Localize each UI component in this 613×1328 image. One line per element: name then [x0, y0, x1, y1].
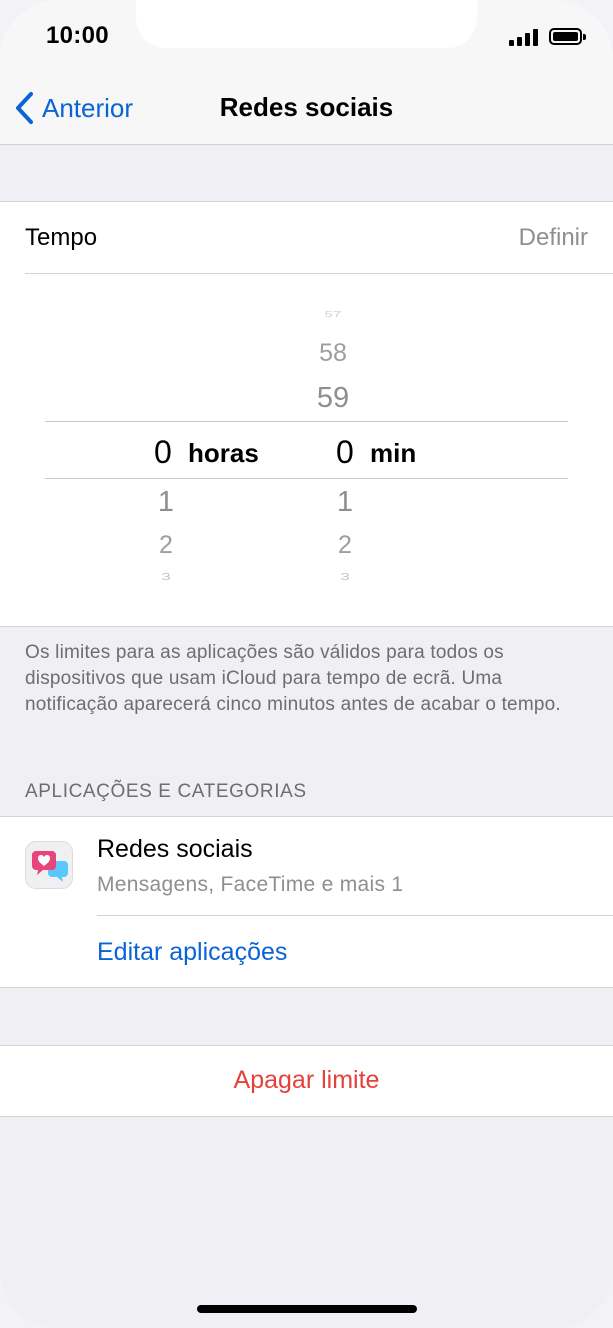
delete-limit-button[interactable]: Apagar limite — [0, 1066, 613, 1095]
picker-minute-option[interactable]: 59 — [303, 382, 363, 415]
divider — [97, 915, 613, 916]
delete-limit-card: Apagar limite — [0, 1045, 613, 1117]
battery-icon — [549, 28, 582, 45]
picker-minutes-unit: min — [370, 438, 417, 468]
picker-selection-top-line — [45, 421, 568, 422]
picker-hour-option[interactable]: 1 — [136, 486, 196, 519]
picker-hour-option[interactable]: 2 — [136, 531, 196, 560]
section-header-apps-categories: APLICAÇÕES E CATEGORIAS — [25, 781, 307, 802]
picker-hours-unit: horas — [188, 438, 259, 468]
picker-hour-option[interactable]: 3 — [136, 571, 196, 583]
cellular-signal-icon — [509, 28, 541, 46]
picker-minute-option[interactable]: 1 — [315, 486, 375, 519]
picker-minute-option[interactable]: 3 — [315, 571, 375, 583]
status-bar: 10:00 — [0, 0, 613, 72]
limit-description: Os limites para as aplicações são válido… — [25, 642, 561, 715]
tempo-label: Tempo — [25, 224, 98, 251]
phone-screen: 10:00 Anterior Redes sociais Tempo Defin… — [0, 0, 613, 1328]
page-title: Redes sociais — [219, 92, 394, 122]
social-chat-bubbles-icon — [25, 841, 73, 889]
picker-minute-option[interactable]: 58 — [303, 339, 363, 368]
home-indicator[interactable] — [197, 1305, 417, 1313]
navigation-bar: Anterior Redes sociais — [0, 72, 613, 145]
picker-minute-option[interactable]: 57 — [303, 310, 363, 319]
tempo-row[interactable]: Tempo Definir — [25, 202, 613, 274]
app-group-subtitle: Mensagens, FaceTime e mais 1 — [97, 873, 404, 896]
picker-minutes-selected[interactable]: 0 — [336, 434, 354, 471]
time-limit-card: Tempo Definir 57 58 59 0 horas 0 min 1 2… — [0, 201, 613, 627]
notch — [136, 0, 477, 48]
app-group-title: Redes sociais — [97, 835, 253, 863]
edit-apps-button[interactable]: Editar aplicações — [97, 938, 287, 967]
tempo-value: Definir — [518, 224, 588, 251]
picker-minute-option[interactable]: 2 — [315, 531, 375, 560]
battery-tip — [583, 34, 586, 40]
apps-categories-card: Redes sociais Mensagens, FaceTime e mais… — [0, 816, 613, 988]
status-time: 10:00 — [46, 22, 109, 49]
picker-selection-bottom-line — [45, 478, 568, 479]
picker-hours-selected[interactable]: 0 — [154, 434, 172, 471]
